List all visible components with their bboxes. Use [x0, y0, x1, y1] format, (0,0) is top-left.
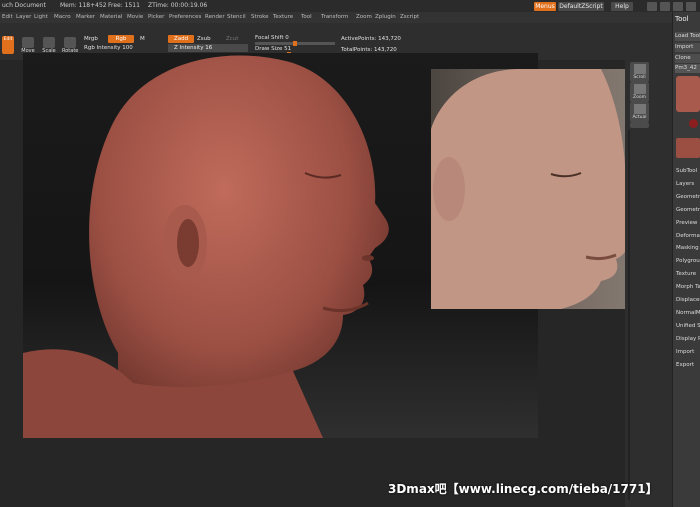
menu-item-tool[interactable]: Tool: [301, 12, 312, 23]
tool-subpalette-preview[interactable]: Preview: [676, 220, 697, 226]
tool-subpalette-import[interactable]: Import: [676, 349, 694, 355]
menu-item-macro[interactable]: Macro: [54, 12, 71, 23]
ztime-readout: ZTime: 00:00:19.06: [148, 2, 208, 9]
zadd-button[interactable]: Zadd: [168, 35, 194, 43]
tool-thumbnail[interactable]: [676, 76, 700, 112]
zoom-label: Zoom: [633, 95, 646, 100]
tool-subpalette-display-properties[interactable]: Display Properties: [676, 336, 700, 342]
aahalf-button[interactable]: [630, 122, 649, 128]
menu-item-layer[interactable]: Layer: [16, 12, 31, 23]
menu-item-preferences[interactable]: Preferences: [169, 12, 201, 23]
move-icon: [22, 37, 34, 48]
tool-subpalette-morph-target[interactable]: Morph Target: [676, 284, 700, 290]
zoom-icon: [633, 84, 646, 94]
focal-shift-label: Focal Shift 0: [255, 35, 289, 41]
focal-shift-knob[interactable]: [293, 41, 297, 46]
rotate-button[interactable]: Rotate: [62, 37, 78, 54]
menu-item-texture[interactable]: Texture: [273, 12, 293, 23]
tool-subpalette-masking[interactable]: Masking: [676, 245, 699, 251]
zoom-button[interactable]: Zoom: [630, 82, 649, 102]
edit-label: Edit: [3, 37, 13, 42]
actual-button[interactable]: Actual: [630, 102, 649, 122]
rgb-button[interactable]: Rgb: [108, 35, 134, 43]
menu-item-zscript[interactable]: Zscript: [400, 12, 419, 23]
tool-subpalette-deformation[interactable]: Deformation: [676, 233, 700, 239]
scroll-label: Scroll: [633, 75, 646, 80]
help-button[interactable]: Help: [611, 2, 633, 11]
free-readout: Free: 1511: [108, 2, 140, 9]
zcut-button[interactable]: Zcut: [226, 36, 238, 42]
default-zscript-button[interactable]: DefaultZScript: [558, 2, 604, 11]
menu-item-render[interactable]: Render: [205, 12, 225, 23]
restore-icon[interactable]: [673, 2, 683, 11]
close-icon[interactable]: [686, 2, 696, 11]
menu-item-stencil[interactable]: Stencil: [227, 12, 246, 23]
move-button[interactable]: Move: [20, 37, 36, 54]
tool-subpalette-texture[interactable]: Texture: [676, 271, 696, 277]
draw-size-label: Draw Size 51: [255, 46, 292, 52]
shelf-scrollbar[interactable]: [628, 130, 630, 500]
load-tool-button[interactable]: Load Tool: [675, 32, 700, 41]
rgb-intensity-label: Rgb Intensity 100: [84, 45, 133, 51]
tool-subpalette-layers[interactable]: Layers: [676, 181, 694, 187]
tool-subpalette-normalmap[interactable]: NormalMap: [676, 310, 700, 316]
scroll-icon: [633, 64, 646, 74]
tool-panel: ↖ Tool Load Tool Import Clone Pm3_42 Sub…: [672, 12, 700, 507]
menu-item-movie[interactable]: Movie: [127, 12, 143, 23]
tool-subpalette-polygroups[interactable]: Polygroups: [676, 258, 700, 264]
menus-button[interactable]: Menus: [534, 2, 556, 11]
menu-item-picker[interactable]: Picker: [148, 12, 164, 23]
tool-subpalette-geometry[interactable]: Geometry: [676, 194, 700, 200]
scroll-button[interactable]: Scroll: [630, 62, 649, 82]
actual-icon: [633, 104, 646, 114]
tool-subpalette-displacement[interactable]: Displacement: [676, 297, 700, 303]
edit-button[interactable]: Edit: [2, 36, 14, 54]
mem-readout: Mem: 118+452: [60, 2, 107, 9]
tool-item-name[interactable]: Pm3_42: [675, 64, 700, 73]
menu-item-zplugin[interactable]: Zplugin: [375, 12, 396, 23]
import-button[interactable]: Import: [675, 43, 700, 52]
tool-panel-title: ↖ Tool: [675, 15, 689, 23]
tool-subpalette-export[interactable]: Export: [676, 362, 694, 368]
menu-item-edit[interactable]: Edit: [2, 12, 13, 23]
z-intensity-label: Z Intensity 16: [168, 44, 248, 52]
watermark-text: 3Dmax吧【www.linecg.com/tieba/1771】: [388, 482, 658, 496]
material-sphere-icon[interactable]: [689, 119, 698, 128]
menu-item-stroke[interactable]: Stroke: [251, 12, 269, 23]
m-button[interactable]: M: [140, 36, 145, 42]
scale-button[interactable]: Scale: [41, 37, 57, 54]
zsub-button[interactable]: Zsub: [197, 36, 211, 42]
menu-bar: Edit Layer Light Macro Marker Material Movie Pi…: [0, 12, 672, 23]
menu-item-transform[interactable]: Transform: [321, 12, 348, 23]
mrgb-button[interactable]: Mrgb: [84, 36, 98, 42]
scale-icon: [43, 37, 55, 48]
maximize-icon[interactable]: [660, 2, 670, 11]
rotate-icon: [64, 37, 76, 48]
tool-subpalette-unified-skin[interactable]: Unified Skin: [676, 323, 700, 329]
menu-item-material[interactable]: Material: [100, 12, 122, 23]
menu-item-zoom[interactable]: Zoom: [356, 12, 372, 23]
app-title: uch Document: [2, 2, 46, 9]
menu-item-light[interactable]: Light: [34, 12, 48, 23]
menu-item-marker[interactable]: Marker: [76, 12, 95, 23]
right-shelf: Scroll Zoom Actual: [625, 60, 672, 507]
tool-subpalette-geometry-hd[interactable]: Geometry HD: [676, 207, 700, 213]
focal-shift-slider[interactable]: [255, 41, 335, 46]
title-bar: uch Document Mem: 118+452 Free: 1511 ZTi…: [0, 0, 700, 12]
active-points-readout: ActivePoints: 143,720: [341, 36, 401, 42]
minimize-icon[interactable]: [647, 2, 657, 11]
clone-button[interactable]: Clone: [675, 54, 700, 63]
actual-label: Actual: [632, 115, 647, 120]
tool-subpalette-subtool[interactable]: SubTool: [676, 168, 697, 174]
subtool-thumbnail[interactable]: [676, 138, 700, 158]
reference-ear: [433, 157, 465, 221]
